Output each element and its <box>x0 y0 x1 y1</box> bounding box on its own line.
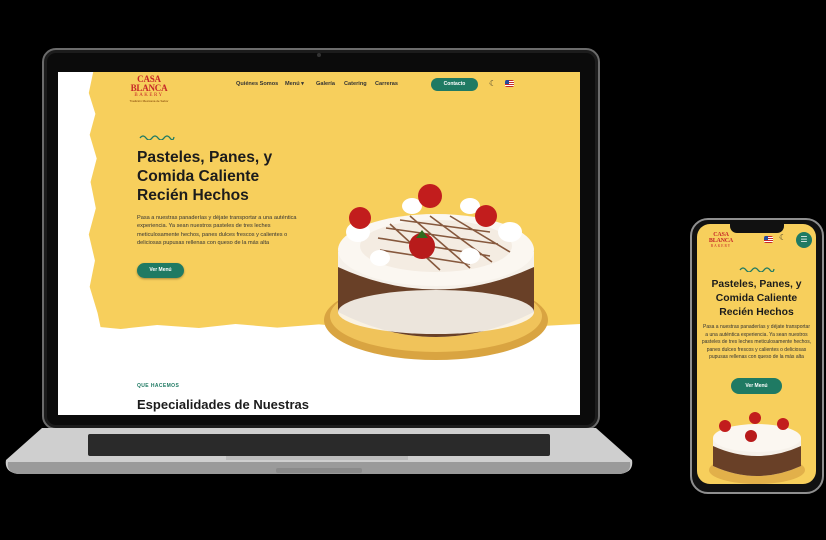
contact-button[interactable]: Contacto <box>431 78 478 91</box>
phone-hero-title-line: Recién Hechos <box>719 307 794 318</box>
nav-item-quienes-somos[interactable]: Quiénes Somos <box>236 81 278 87</box>
phone-hero-description: Pasa a nuestras panaderías y déjate tran… <box>701 324 812 361</box>
phone-ver-menu-button[interactable]: Ver Menú <box>731 378 782 394</box>
cake-image <box>324 184 548 360</box>
section-title: Especialidades de Nuestras <box>137 397 309 412</box>
moon-icon[interactable]: ☾ <box>489 80 496 88</box>
phone-hero-title-line: Comida Caliente <box>715 293 798 304</box>
phone-screen: CASA BLANCA BAKERY ☾ ☰ Pasteles, Panes, … <box>697 224 816 484</box>
nav-item-galeria[interactable]: Galería <box>316 81 335 87</box>
hero-title: Pasteles, Panes, y Comida Caliente Recié… <box>137 148 317 205</box>
logo-tagline: Tradición Mexicana de Sabor <box>129 99 169 103</box>
moon-icon[interactable]: ☾ <box>779 234 786 242</box>
logo-main-text: CASA BLANCA <box>130 74 168 93</box>
phone-cake-image <box>709 412 805 484</box>
hero-title-line: Recién Hechos <box>137 187 249 204</box>
ver-menu-button[interactable]: Ver Menú <box>137 263 184 278</box>
nav-item-carreras[interactable]: Carreras <box>375 81 398 87</box>
hero-title-line: Pasteles, Panes, y <box>137 149 273 166</box>
logo[interactable]: CASA BLANCA BAKERY Tradición Mexicana de… <box>120 74 178 104</box>
phone-logo[interactable]: CASA BLANCA BAKERY <box>701 232 741 248</box>
phone-logo-sub-text: BAKERY <box>710 244 732 248</box>
nav-item-menu[interactable]: Menú ▾ <box>285 81 304 87</box>
section-label: QUE HACEMOS <box>137 383 180 389</box>
squiggle-decoration-icon <box>139 135 175 140</box>
laptop-camera <box>317 53 321 57</box>
phone-logo-main-text: CASA BLANCA <box>708 232 734 244</box>
top-navbar: CASA BLANCA BAKERY Tradición Mexicana de… <box>58 72 580 103</box>
laptop-base <box>5 428 633 474</box>
us-flag-icon[interactable] <box>764 236 773 243</box>
us-flag-icon[interactable] <box>505 80 514 87</box>
hero-description: Pasa a nuestras panaderías y déjate tran… <box>137 215 297 246</box>
hero-title-line: Comida Caliente <box>137 168 260 185</box>
phone-hero-title: Pasteles, Panes, y Comida Caliente Recié… <box>697 278 816 320</box>
squiggle-decoration-icon <box>739 267 775 272</box>
laptop-screen: CASA BLANCA BAKERY Tradición Mexicana de… <box>58 72 580 415</box>
nav-item-catering[interactable]: Catering <box>344 81 367 87</box>
phone-hero-title-line: Pasteles, Panes, y <box>711 279 802 290</box>
hamburger-menu-icon[interactable]: ☰ <box>796 232 812 248</box>
